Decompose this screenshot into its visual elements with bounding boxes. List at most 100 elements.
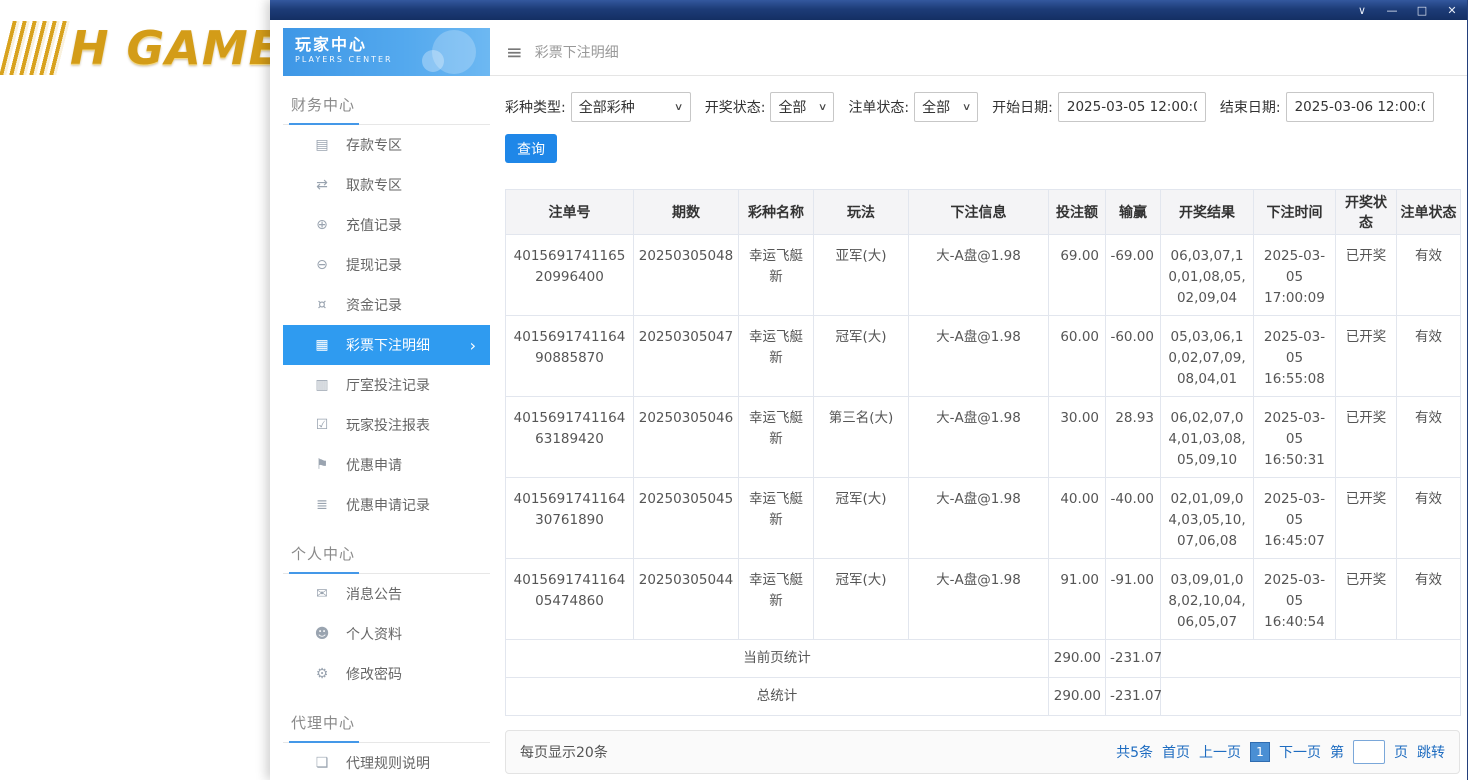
- draw-status-value: 全部: [778, 97, 806, 117]
- sidebar-item-withdraw-zone[interactable]: ⇄取款专区: [283, 165, 490, 205]
- page-jump-input[interactable]: [1353, 740, 1385, 764]
- cell-play-type: 冠军(大): [814, 478, 909, 559]
- cell-bet-id: 401569174116430761890: [506, 478, 634, 559]
- cell-bet-status: 有效: [1397, 397, 1461, 478]
- next-page-link[interactable]: 下一页: [1279, 742, 1321, 762]
- end-date-input[interactable]: [1286, 92, 1434, 122]
- cell-bet-status: 有效: [1397, 478, 1461, 559]
- table-row: 40156917411649088587020250305047幸运飞艇新冠军(…: [506, 316, 1461, 397]
- draw-status-filter: 开奖状态: 全部 ∨: [705, 92, 835, 122]
- lottery-type-select[interactable]: 全部彩种 ∨: [571, 92, 691, 122]
- cell-bet-info: 大-A盘@1.98: [909, 235, 1049, 316]
- sidebar-item-promo-apply-records[interactable]: ≣优惠申请记录: [283, 485, 490, 525]
- cell-lottery-name: 幸运飞艇新: [739, 559, 814, 640]
- page-header: ≡ 彩票下注明细: [490, 28, 1467, 76]
- summary-label: 当前页统计: [506, 640, 1049, 678]
- deposit-icon: ▤: [313, 137, 331, 153]
- query-button[interactable]: 查询: [505, 134, 557, 163]
- first-page-link[interactable]: 首页: [1162, 742, 1190, 762]
- jump-suffix: 页: [1394, 742, 1408, 762]
- sidebar-item-label: 彩票下注明细: [346, 335, 430, 355]
- col-header-period: 期数: [634, 190, 739, 235]
- sidebar-item-change-password[interactable]: ⚙修改密码: [283, 654, 490, 694]
- summary-winloss-total: -231.07: [1106, 678, 1161, 716]
- cell-period: 20250305047: [634, 316, 739, 397]
- lottery-type-value: 全部彩种: [579, 97, 635, 117]
- sidebar-header: 玩家中心 PLAYERS CENTER: [283, 28, 490, 76]
- logo-bars-icon: [0, 21, 71, 75]
- sidebar-item-recharge-records[interactable]: ⊕充值记录: [283, 205, 490, 245]
- sidebar-section-label: 财务中心: [289, 86, 359, 125]
- cell-bet-id: 401569174116405474860: [506, 559, 634, 640]
- menu-icon[interactable]: ≡: [506, 40, 523, 64]
- chevron-down-icon[interactable]: ∨: [1347, 0, 1377, 20]
- content-area: 彩种类型: 全部彩种 ∨ 开奖状态: 全部 ∨: [490, 76, 1467, 780]
- cell-play-type: 冠军(大): [814, 559, 909, 640]
- game-graphic-icon: [422, 50, 444, 72]
- sidebar-item-label: 优惠申请记录: [346, 495, 430, 515]
- cell-period: 20250305046: [634, 397, 739, 478]
- sidebar-item-agent-rules[interactable]: ❏代理规则说明: [283, 743, 490, 780]
- sidebar-section-title: 个人中心: [283, 535, 490, 574]
- table-header: 注单号期数彩种名称玩法下注信息投注额输赢开奖结果下注时间开奖状态注单状态: [506, 190, 1461, 235]
- sidebar-nav: 财务中心▤存款专区⇄取款专区⊕充值记录⊖提现记录¤资金记录▦彩票下注明细›▥厅室…: [283, 76, 490, 780]
- maximize-icon[interactable]: □: [1407, 0, 1437, 20]
- bet-status-select[interactable]: 全部 ∨: [914, 92, 978, 122]
- sidebar: 玩家中心 PLAYERS CENTER 财务中心▤存款专区⇄取款专区⊕充值记录⊖…: [283, 28, 490, 780]
- end-date-filter: 结束日期:: [1220, 92, 1434, 122]
- main-panel: ≡ 彩票下注明细 彩种类型: 全部彩种 ∨ 开奖状态: 全: [490, 28, 1467, 780]
- pagination-links: 共5条 首页 上一页 1 下一页 第 页 跳转: [1116, 740, 1445, 764]
- draw-status-select[interactable]: 全部 ∨: [770, 92, 834, 122]
- sidebar-section-label: 代理中心: [289, 704, 359, 743]
- page-title: 彩票下注明细: [535, 42, 619, 62]
- cell-period: 20250305044: [634, 559, 739, 640]
- summary-bet-total: 290.00: [1049, 678, 1106, 716]
- bet-table: 注单号期数彩种名称玩法下注信息投注额输赢开奖结果下注时间开奖状态注单状态 401…: [505, 189, 1461, 716]
- button-row: 查询: [505, 134, 1459, 163]
- sidebar-item-withdrawal-records[interactable]: ⊖提现记录: [283, 245, 490, 285]
- prev-page-link[interactable]: 上一页: [1199, 742, 1241, 762]
- table-body: 40156917411652099640020250305048幸运飞艇新亚军(…: [506, 235, 1461, 716]
- recharge-icon: ⊕: [313, 217, 331, 233]
- cell-period: 20250305045: [634, 478, 739, 559]
- sidebar-item-funds-records[interactable]: ¤资金记录: [283, 285, 490, 325]
- sidebar-item-deposit-zone[interactable]: ▤存款专区: [283, 125, 490, 165]
- logo-text: H GAME: [70, 21, 281, 75]
- cell-play-type: 第三名(大): [814, 397, 909, 478]
- cell-bet-id: 401569174116520996400: [506, 235, 634, 316]
- sidebar-item-player-bet-report[interactable]: ☑玩家投注报表: [283, 405, 490, 445]
- col-header-bet-info: 下注信息: [909, 190, 1049, 235]
- page-size-text: 每页显示20条: [520, 742, 608, 762]
- summary-row: 总统计290.00-231.07: [506, 678, 1461, 716]
- lottery-type-filter: 彩种类型: 全部彩种 ∨: [505, 92, 691, 122]
- sidebar-item-label: 消息公告: [346, 584, 402, 604]
- start-date-label: 开始日期:: [992, 97, 1053, 117]
- sidebar-item-label: 优惠申请: [346, 455, 402, 475]
- cell-lottery-name: 幸运飞艇新: [739, 397, 814, 478]
- sidebar-item-label: 代理规则说明: [346, 753, 430, 773]
- ticket-list-icon: ▦: [313, 337, 331, 353]
- minimize-icon[interactable]: —: [1377, 0, 1407, 20]
- sidebar-item-hall-bet-records[interactable]: ▥厅室投注记录: [283, 365, 490, 405]
- sidebar-item-label: 个人资料: [346, 624, 402, 644]
- close-icon[interactable]: ✕: [1437, 0, 1467, 20]
- sidebar-item-profile[interactable]: ☻个人资料: [283, 614, 490, 654]
- cell-win-loss: -69.00: [1106, 235, 1161, 316]
- sidebar-item-announcements[interactable]: ✉消息公告: [283, 574, 490, 614]
- sidebar-item-promo-apply[interactable]: ⚑优惠申请: [283, 445, 490, 485]
- cell-bet-amount: 30.00: [1049, 397, 1106, 478]
- cashout-icon: ⊖: [313, 257, 331, 273]
- current-page-indicator[interactable]: 1: [1250, 742, 1270, 762]
- jump-button[interactable]: 跳转: [1417, 742, 1445, 762]
- chevron-down-icon: ∨: [962, 102, 972, 113]
- cell-draw-status: 已开奖: [1336, 397, 1397, 478]
- col-header-win-loss: 输赢: [1106, 190, 1161, 235]
- cell-lottery-name: 幸运飞艇新: [739, 235, 814, 316]
- cell-bet-time: 2025-03-05 16:40:54: [1254, 559, 1336, 640]
- table-row: 40156917411652099640020250305048幸运飞艇新亚军(…: [506, 235, 1461, 316]
- sidebar-item-label: 修改密码: [346, 664, 402, 684]
- sidebar-item-lottery-bet-details[interactable]: ▦彩票下注明细›: [283, 325, 490, 365]
- summary-bet-total: 290.00: [1049, 640, 1106, 678]
- start-date-input[interactable]: [1058, 92, 1206, 122]
- summary-empty: [1161, 678, 1461, 716]
